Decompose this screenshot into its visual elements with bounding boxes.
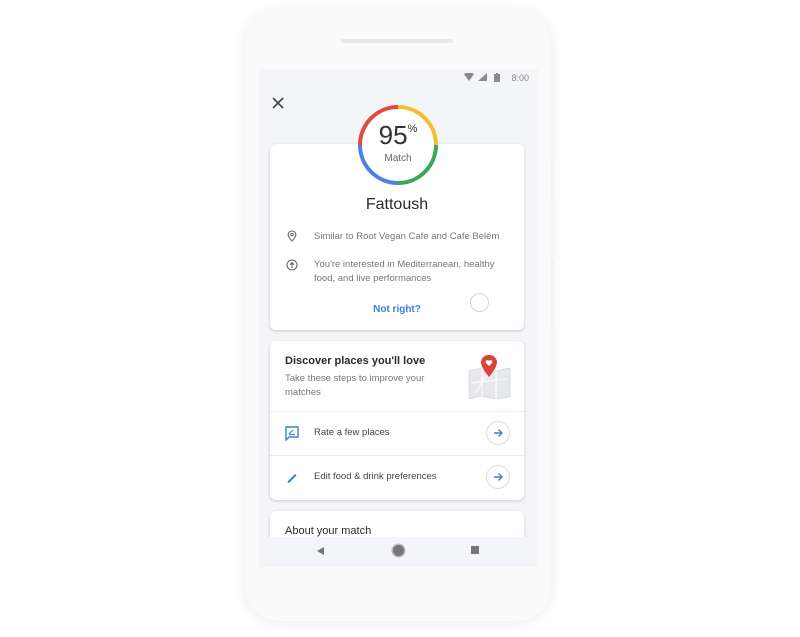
discover-card: Discover places you'll love Take these s… [270, 341, 524, 500]
signal-icon [478, 73, 487, 81]
status-time: 8:00 [511, 73, 529, 83]
rate-places-row[interactable]: Rate a few places [270, 411, 524, 455]
status-bar: 8:00 [259, 69, 538, 87]
location-pin-icon [287, 230, 297, 242]
pencil-icon [287, 474, 297, 483]
reason-similar: Similar to Root Vegan Cafe and Cafe Belé… [314, 231, 500, 242]
android-nav-bar [259, 537, 538, 567]
rate-places-label: Rate a few places [314, 427, 390, 438]
close-icon[interactable] [271, 96, 285, 110]
rate-places-arrow-button[interactable] [486, 421, 510, 445]
phone-frame: 8:00 Fattoush Similar to Root Vegan Cafe… [245, 9, 554, 621]
phone-speaker [341, 39, 453, 43]
match-label: Match [384, 153, 412, 164]
map-with-heart-pin-icon [468, 355, 511, 399]
app-screen: 8:00 Fattoush Similar to Root Vegan Cafe… [259, 69, 538, 567]
match-percent-sign: % [407, 123, 418, 136]
phone-side-button [551, 259, 554, 329]
back-icon[interactable] [317, 547, 324, 555]
trending-up-icon [286, 259, 298, 271]
edit-preferences-row[interactable]: Edit food & drink preferences [270, 455, 524, 499]
discover-subtitle: Take these steps to improve your matches [285, 373, 425, 398]
reason-interests: You're interested in Mediterranean, heal… [314, 259, 495, 284]
battery-icon [494, 73, 500, 82]
edit-preferences-arrow-button[interactable] [486, 465, 510, 489]
arrow-right-icon [494, 473, 503, 481]
about-match-title: About your match [285, 525, 372, 537]
recents-icon[interactable] [471, 546, 479, 554]
wifi-icon [464, 73, 474, 81]
arrow-right-icon [494, 429, 503, 437]
edit-preferences-label: Edit food & drink preferences [314, 471, 437, 482]
match-percent: 95% [356, 120, 440, 151]
home-icon[interactable] [393, 545, 404, 556]
rate-review-icon [285, 426, 299, 441]
place-name: Fattoush [365, 196, 429, 213]
touch-ripple [470, 293, 489, 312]
match-percent-value: 95 [378, 120, 408, 150]
discover-title: Discover places you'll love [285, 355, 426, 367]
phone-side-button [551, 159, 554, 201]
